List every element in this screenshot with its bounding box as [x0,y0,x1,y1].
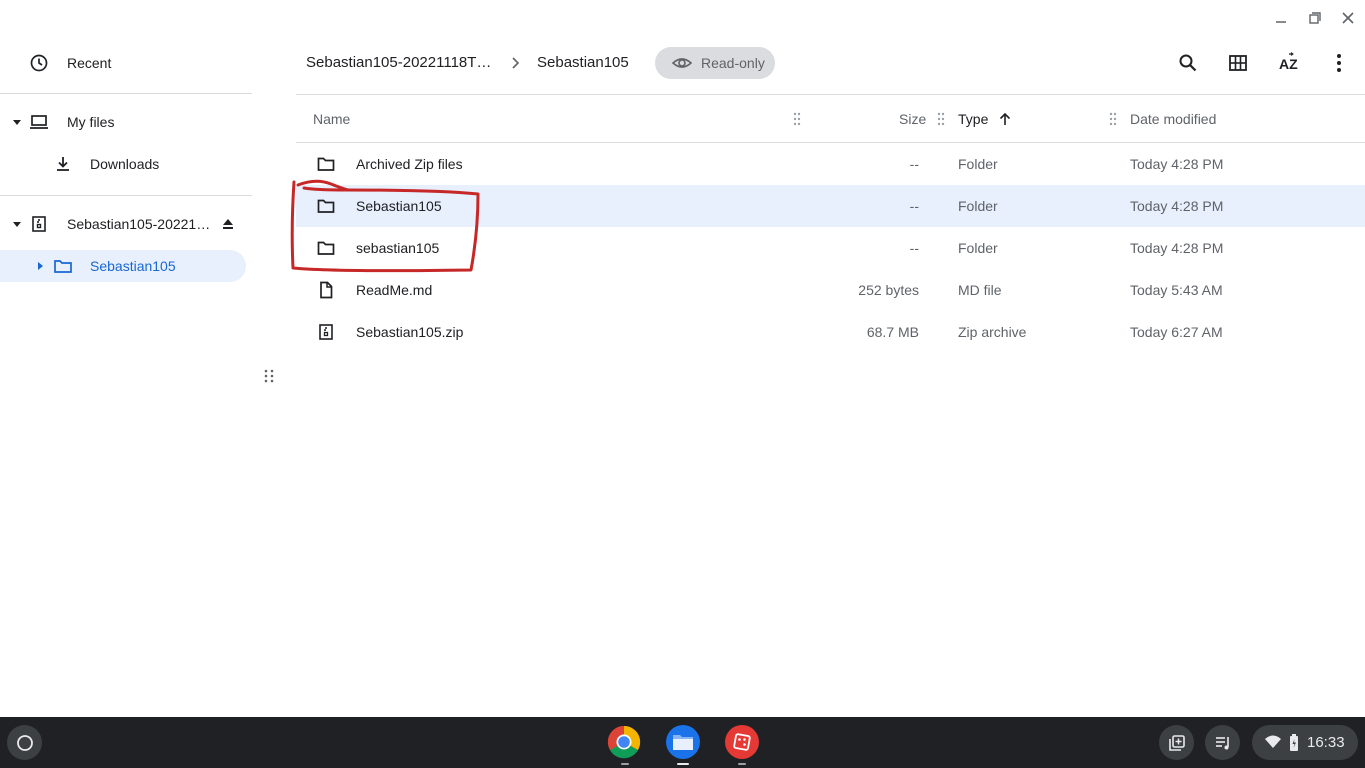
media-controls-button[interactable] [1205,725,1240,760]
sidebar-item-label: Recent [67,55,112,71]
column-resize-handle[interactable] [1109,112,1117,126]
eject-icon[interactable] [218,214,238,234]
more-options-button[interactable] [1326,50,1352,76]
expand-right-icon[interactable] [34,260,46,272]
download-icon [53,154,73,174]
read-only-label: Read-only [701,55,765,71]
divider [0,195,252,196]
divider [0,93,252,94]
file-date: Today 4:28 PM [1130,198,1224,214]
file-type: Folder [958,198,998,214]
restore-button[interactable] [1303,6,1327,30]
files-app-icon[interactable] [666,725,700,759]
launcher-button[interactable] [7,725,42,760]
sidebar-item-label: Downloads [90,156,160,172]
holding-space-button[interactable] [1159,725,1194,760]
chrome-icon[interactable] [607,725,641,759]
grid-view-icon [1229,55,1247,71]
column-resize-handle[interactable] [937,112,945,126]
file-date: Today 4:28 PM [1130,240,1224,256]
file-size: 68.7 MB [866,324,919,340]
sidebar-item-my-files[interactable]: My files [0,106,246,138]
column-header-type[interactable]: Type [958,111,988,127]
file-date: Today 5:43 AM [1130,282,1223,298]
battery-icon [1289,734,1299,756]
file-size: -- [909,198,919,214]
file-type: MD file [958,282,1002,298]
clock-time: 16:33 [1307,734,1345,751]
restore-icon [1309,12,1321,24]
column-header-size[interactable]: Size [899,111,926,127]
close-icon [1342,12,1354,24]
breadcrumb-current[interactable]: Sebastian105 [537,54,629,71]
app-icon[interactable] [725,725,759,759]
sort-az-icon: AZ [1279,52,1298,72]
search-icon [1179,54,1197,72]
file-name: ReadMe.md [356,282,433,298]
sidebar-item-archive[interactable]: Sebastian105-20221… [0,208,246,240]
file-type: Zip archive [958,324,1027,340]
file-name: Sebastian105.zip [356,324,464,340]
expand-icon[interactable] [11,218,23,230]
svg-text:AZ: AZ [1279,56,1298,72]
breadcrumb-item[interactable]: Sebastian105-20221118T… [306,54,491,71]
file-date: Today 6:27 AM [1130,324,1223,340]
laptop-icon [29,112,49,132]
eye-icon [671,54,693,72]
file-type: Folder [958,240,998,256]
running-indicator [621,763,629,765]
column-resize-handle[interactable] [793,112,801,126]
file-icon [317,281,335,299]
zip-icon [29,214,49,234]
holding-space-icon [1168,734,1185,751]
more-vert-icon [1337,54,1341,72]
search-button[interactable] [1175,50,1201,76]
folder-icon [53,256,73,276]
sidebar-item-recent[interactable]: Recent [0,47,246,79]
clock-icon [29,53,49,73]
active-indicator [677,763,689,765]
launcher-icon [16,734,33,751]
arrow-up-icon [998,111,1012,127]
file-size: 252 bytes [858,282,919,298]
column-header-date[interactable]: Date modified [1130,111,1216,127]
expand-icon[interactable] [11,116,23,128]
sidebar-item-label: Sebastian105-20221… [67,216,211,232]
sort-button[interactable]: AZ [1276,50,1302,76]
file-type: Folder [958,156,998,172]
sidebar-item-label: Sebastian105 [90,258,176,274]
status-area-button[interactable]: 16:33 [1252,725,1358,760]
sidebar-item-sebastian105[interactable]: Sebastian105 [0,250,246,282]
minimize-button[interactable] [1269,6,1293,30]
annotation-highlight [290,179,480,273]
close-button[interactable] [1336,6,1360,30]
folder-icon [317,155,335,173]
file-list-header: Name Size Type Date modified [296,94,1365,143]
running-indicator [738,763,746,765]
zip-icon [317,323,335,341]
resize-handle[interactable] [263,368,275,384]
navigation-sidebar: Recent My files Downloads Sebastian105-2… [0,40,252,717]
file-name: Archived Zip files [356,156,463,172]
file-date: Today 4:28 PM [1130,156,1224,172]
grid-view-button[interactable] [1225,50,1251,76]
column-header-name[interactable]: Name [313,111,350,127]
minimize-icon [1276,21,1286,23]
chevron-right-icon [510,56,522,70]
shelf: 16:33 [0,717,1365,768]
sidebar-item-label: My files [67,114,115,130]
table-row[interactable]: Sebastian105.zip 68.7 MB Zip archive Tod… [296,311,1365,353]
file-size: -- [909,156,919,172]
sidebar-item-downloads[interactable]: Downloads [0,148,246,180]
file-size: -- [909,240,919,256]
read-only-badge: Read-only [655,47,775,79]
media-queue-icon [1215,736,1229,749]
wifi-icon [1264,734,1282,755]
